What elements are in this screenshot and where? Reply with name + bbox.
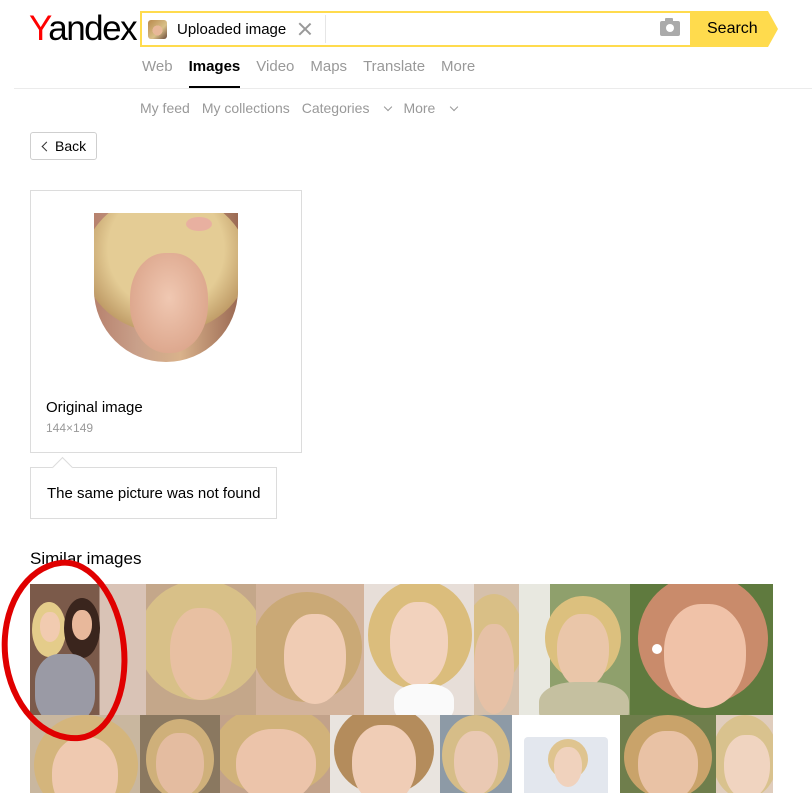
uploaded-image-thumbnail: [148, 19, 167, 39]
service-tabs: Web Images Video Maps Translate More: [142, 58, 491, 88]
original-image-card: Original image 144×149: [30, 190, 302, 453]
search-box[interactable]: Uploaded image: [140, 11, 692, 47]
similar-image-thumb[interactable]: [630, 584, 773, 715]
camera-icon[interactable]: [660, 18, 680, 36]
similar-image-thumb[interactable]: [620, 715, 716, 793]
photo: [474, 584, 519, 715]
similar-image-thumb[interactable]: [256, 584, 364, 715]
subnav-more-label: More: [403, 100, 436, 116]
photo: [630, 584, 773, 715]
tab-maps[interactable]: Maps: [310, 58, 347, 75]
subnav-my-feed[interactable]: My feed: [140, 100, 190, 116]
similar-image-thumb[interactable]: [146, 584, 256, 715]
photo: [620, 715, 716, 793]
photo: [330, 715, 440, 793]
photo: [220, 715, 330, 793]
tab-video[interactable]: Video: [256, 58, 294, 75]
tab-translate[interactable]: Translate: [363, 58, 425, 75]
header-divider: [14, 88, 812, 89]
logo-text-rest: andex: [48, 9, 137, 48]
search-button[interactable]: Search: [692, 11, 778, 47]
tab-images[interactable]: Images: [188, 58, 240, 88]
uploaded-image-chip[interactable]: Uploaded image: [148, 18, 312, 40]
photo: [140, 715, 220, 793]
not-found-text: The same picture was not found: [47, 485, 261, 502]
similar-image-thumb[interactable]: [364, 584, 474, 715]
photo: [256, 584, 364, 715]
tab-web[interactable]: Web: [142, 58, 173, 75]
subnav-more[interactable]: More: [403, 100, 459, 116]
chevron-down-icon: [450, 102, 459, 112]
photo: [364, 584, 474, 715]
similar-image-thumb[interactable]: [519, 584, 630, 715]
original-image-size: 144×149: [46, 421, 94, 435]
original-image-title: Original image: [46, 399, 143, 416]
logo-letter-y: Y: [29, 9, 50, 48]
yandex-logo[interactable]: Yandex: [29, 8, 138, 50]
search-divider: [325, 15, 326, 43]
not-found-message: The same picture was not found: [30, 467, 277, 519]
similar-image-thumb[interactable]: [512, 715, 620, 793]
similar-image-thumb[interactable]: [474, 584, 519, 715]
similar-image-thumb[interactable]: [330, 715, 440, 793]
uploaded-image-label: Uploaded image: [177, 20, 287, 38]
similar-image-thumb[interactable]: [440, 715, 512, 793]
chevron-left-icon: [41, 141, 52, 152]
similar-image-thumb[interactable]: [140, 715, 220, 793]
photo: [519, 584, 630, 715]
tab-more[interactable]: More: [441, 58, 475, 75]
subnav-categories[interactable]: Categories: [301, 100, 393, 116]
similar-image-thumb[interactable]: [716, 715, 773, 793]
similar-image-thumb[interactable]: [220, 715, 330, 793]
back-button[interactable]: Back: [30, 132, 97, 160]
photo: [512, 715, 620, 793]
chevron-down-icon: [384, 102, 393, 112]
back-button-label: Back: [55, 138, 87, 154]
search-button-label: Search: [707, 20, 758, 37]
original-image[interactable]: [94, 213, 238, 362]
original-image-bow: [186, 217, 212, 231]
subnav-my-collections[interactable]: My collections: [202, 100, 290, 116]
original-image-face: [130, 253, 208, 353]
photo: [440, 715, 512, 793]
remove-image-icon[interactable]: [298, 22, 312, 36]
photo: [146, 584, 256, 715]
images-subnav: My feed My collections Categories More: [140, 100, 469, 116]
photo: [716, 715, 773, 793]
subnav-categories-label: Categories: [301, 100, 370, 116]
